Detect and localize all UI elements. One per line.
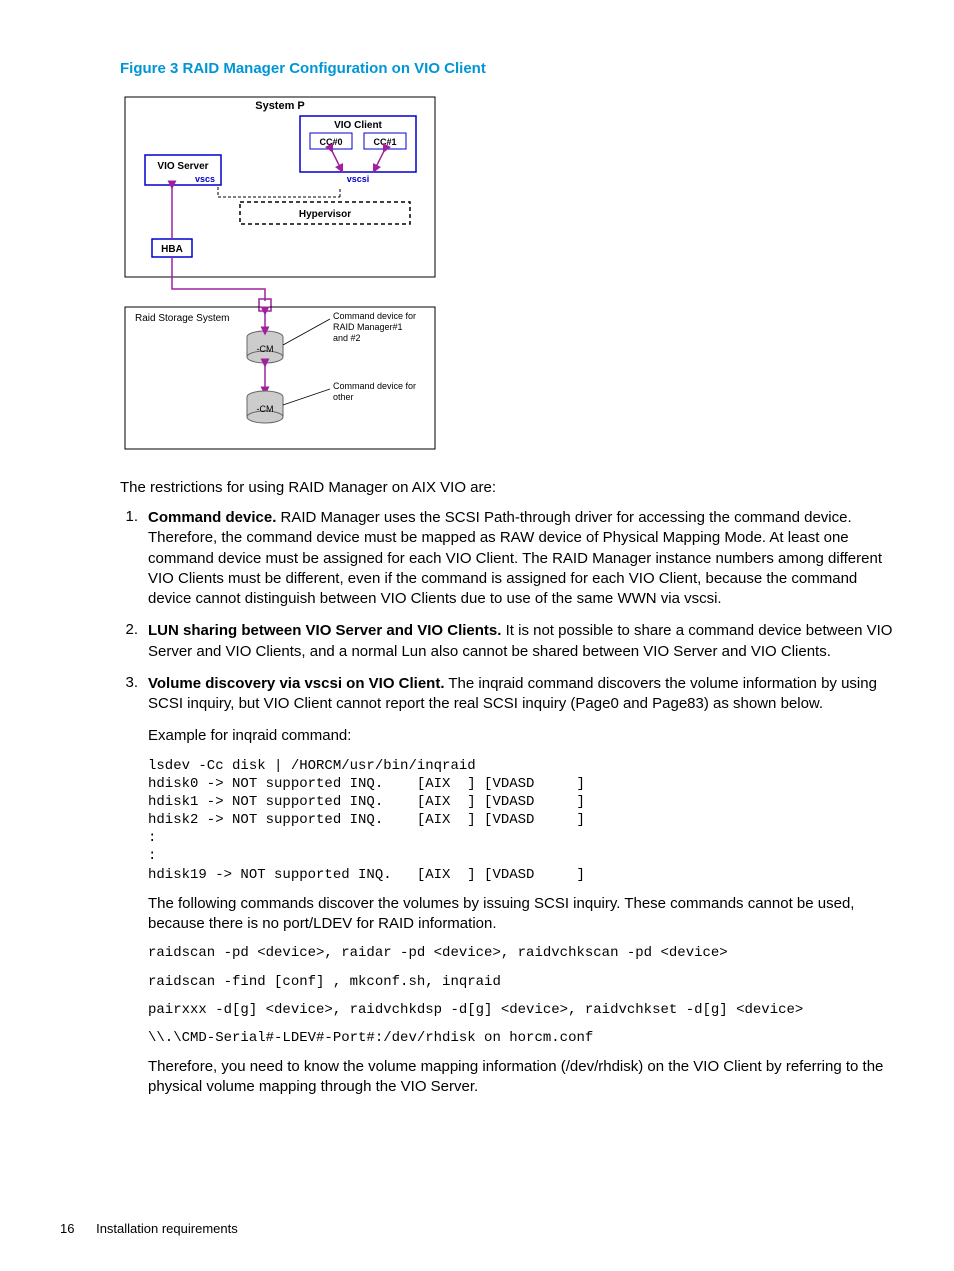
diagram-cm1: -CM xyxy=(257,344,274,354)
item-bold: Volume discovery via vscsi on VIO Client… xyxy=(148,675,445,692)
diagram-vio-client: VIO Client xyxy=(334,120,382,131)
diagram-cc1: CC#1 xyxy=(373,137,396,147)
diagram-vscs: vscs xyxy=(195,174,215,184)
diagram-cmd-dev-1a: Command device for xyxy=(333,311,416,321)
diagram-hba: HBA xyxy=(161,244,183,255)
intro-text: The restrictions for using RAID Manager … xyxy=(120,479,894,496)
item-number: 2. xyxy=(120,621,148,662)
svg-text:and #2: and #2 xyxy=(333,333,361,343)
diagram-hypervisor: Hypervisor xyxy=(299,209,351,220)
item-number: 1. xyxy=(120,508,148,609)
item-bold: Command device. xyxy=(148,509,276,526)
list-item: 3. Volume discovery via vscsi on VIO Cli… xyxy=(120,674,894,715)
list-item: 2. LUN sharing between VIO Server and VI… xyxy=(120,621,894,662)
raid-diagram: System P VIO Client CC#0 CC#1 vscsi VIO … xyxy=(120,89,894,459)
diagram-system-p: System P xyxy=(255,100,305,112)
code-block-raidscan-pd: raidscan -pd <device>, raidar -pd <devic… xyxy=(148,944,894,962)
list-item: 1. Command device. RAID Manager uses the… xyxy=(120,508,894,609)
svg-text:other: other xyxy=(333,392,354,402)
item-bold: LUN sharing between VIO Server and VIO C… xyxy=(148,622,501,639)
diagram-cm2: -CM xyxy=(257,404,274,414)
svg-text:Command device for: Command device for xyxy=(333,381,416,391)
page-number: 16 xyxy=(60,1221,74,1236)
code-block-pairxxx: pairxxx -d[g] <device>, raidvchkdsp -d[g… xyxy=(148,1001,894,1019)
post-code-text: The following commands discover the volu… xyxy=(148,894,894,935)
figure-caption: Figure 3 RAID Manager Configuration on V… xyxy=(120,60,894,77)
diagram-vscsi: vscsi xyxy=(347,174,370,184)
diagram-vio-server: VIO Server xyxy=(157,161,208,172)
code-block-inqraid: lsdev -Cc disk | /HORCM/usr/bin/inqraid … xyxy=(148,757,894,884)
diagram-raid-storage: Raid Storage System xyxy=(135,313,230,324)
conclusion-text: Therefore, you need to know the volume m… xyxy=(148,1057,894,1098)
diagram-cc0: CC#0 xyxy=(319,137,342,147)
section-title: Installation requirements xyxy=(96,1221,238,1236)
code-block-cmd-serial: \\.\CMD-Serial#-LDEV#-Port#:/dev/rhdisk … xyxy=(148,1029,894,1047)
svg-text:RAID Manager#1: RAID Manager#1 xyxy=(333,322,403,332)
example-label: Example for inqraid command: xyxy=(148,726,894,746)
item-number: 3. xyxy=(120,674,148,715)
page-footer: 16 Installation requirements xyxy=(60,1221,238,1236)
code-block-raidscan-find: raidscan -find [conf] , mkconf.sh, inqra… xyxy=(148,973,894,991)
